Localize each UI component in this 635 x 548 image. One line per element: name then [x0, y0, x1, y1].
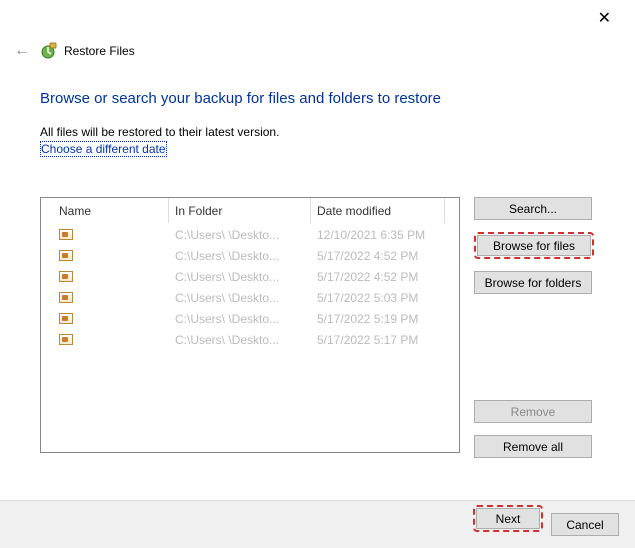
remove-button: Remove — [474, 400, 592, 423]
image-file-icon — [59, 313, 73, 324]
search-button[interactable]: Search... — [474, 197, 592, 220]
list-body: C:\Users\ \Deskto... 12/10/2021 6:35 PM … — [41, 224, 459, 350]
file-icon-cell — [41, 250, 169, 261]
image-file-icon — [59, 229, 73, 240]
browse-files-highlight: Browse for files — [474, 232, 594, 259]
remove-all-button[interactable]: Remove all — [474, 435, 592, 458]
table-row[interactable]: C:\Users\ \Deskto... 5/17/2022 4:52 PM — [41, 245, 459, 266]
col-date[interactable]: Date modified — [311, 198, 445, 223]
list-header[interactable]: Name In Folder Date modified — [41, 198, 459, 224]
image-file-icon — [59, 250, 73, 261]
cell-date: 12/10/2021 6:35 PM — [311, 228, 459, 242]
page-heading: Browse or search your backup for files a… — [0, 62, 635, 107]
cell-folder: C:\Users\ \Deskto... — [169, 228, 311, 242]
image-file-icon — [59, 271, 73, 282]
cell-date: 5/17/2022 5:03 PM — [311, 291, 459, 305]
file-icon-cell — [41, 271, 169, 282]
restore-wizard-icon — [40, 42, 58, 60]
browse-folders-button[interactable]: Browse for folders — [474, 271, 592, 294]
table-row[interactable]: C:\Users\ \Deskto... 5/17/2022 5:03 PM — [41, 287, 459, 308]
choose-date-link[interactable]: Choose a different date — [40, 141, 167, 157]
cell-folder: C:\Users\ \Deskto... — [169, 270, 311, 284]
col-name[interactable]: Name — [41, 198, 169, 223]
cell-date: 5/17/2022 5:17 PM — [311, 333, 459, 347]
cell-date: 5/17/2022 5:19 PM — [311, 312, 459, 326]
table-row[interactable]: C:\Users\ \Deskto... 5/17/2022 5:17 PM — [41, 329, 459, 350]
close-button[interactable]: ✕ — [592, 6, 617, 30]
cell-folder: C:\Users\ \Deskto... — [169, 249, 311, 263]
table-row[interactable]: C:\Users\ \Deskto... 12/10/2021 6:35 PM — [41, 224, 459, 245]
file-icon-cell — [41, 313, 169, 324]
file-icon-cell — [41, 334, 169, 345]
footer-bar: Next Cancel — [0, 500, 635, 548]
subtext: All files will be restored to their late… — [0, 107, 635, 139]
browse-files-button[interactable]: Browse for files — [477, 235, 591, 256]
gap — [474, 306, 594, 400]
header-row: ← Restore Files — [0, 0, 635, 62]
main-area: Name In Folder Date modified C:\Users\ \… — [0, 157, 635, 470]
file-icon-cell — [41, 292, 169, 303]
file-icon-cell — [41, 229, 169, 240]
image-file-icon — [59, 334, 73, 345]
cell-date: 5/17/2022 4:52 PM — [311, 270, 459, 284]
cell-folder: C:\Users\ \Deskto... — [169, 312, 311, 326]
next-highlight: Next — [473, 505, 543, 532]
side-buttons: Search... Browse for files Browse for fo… — [474, 197, 594, 470]
file-list[interactable]: Name In Folder Date modified C:\Users\ \… — [40, 197, 460, 453]
table-row[interactable]: C:\Users\ \Deskto... 5/17/2022 4:52 PM — [41, 266, 459, 287]
col-folder[interactable]: In Folder — [169, 198, 311, 223]
col-end — [445, 198, 459, 223]
wizard-title: Restore Files — [64, 44, 135, 58]
cell-date: 5/17/2022 4:52 PM — [311, 249, 459, 263]
cancel-button[interactable]: Cancel — [551, 513, 619, 536]
table-row[interactable]: C:\Users\ \Deskto... 5/17/2022 5:19 PM — [41, 308, 459, 329]
back-arrow-icon[interactable]: ← — [10, 40, 34, 62]
image-file-icon — [59, 292, 73, 303]
next-button[interactable]: Next — [476, 508, 540, 529]
cell-folder: C:\Users\ \Deskto... — [169, 333, 311, 347]
cell-folder: C:\Users\ \Deskto... — [169, 291, 311, 305]
